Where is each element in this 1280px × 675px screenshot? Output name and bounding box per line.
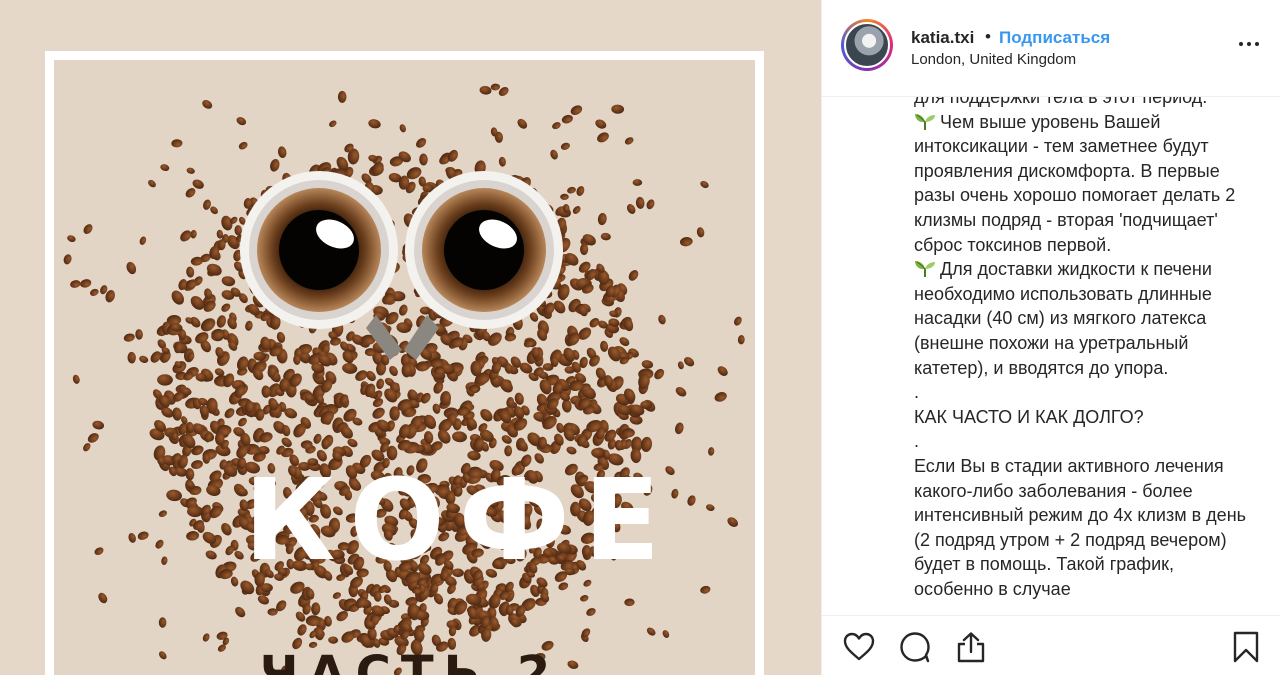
follow-button[interactable]: Подписаться (999, 28, 1110, 48)
avatar-story-ring[interactable] (841, 19, 893, 71)
caption-line: . (914, 382, 920, 403)
image-frame: КОФЕ (45, 51, 764, 675)
separator-dot: • (985, 27, 991, 46)
username-link[interactable]: katia.txi (911, 28, 974, 48)
share-icon[interactable] (954, 630, 988, 664)
caption-line-text: Для доставки жидкости к печени необходим… (914, 259, 1212, 378)
caption-heading: КАК ЧАСТО И КАК ДОЛГО? (914, 406, 1144, 427)
post-sidebar: katia.txi • Подписаться London, United K… (821, 0, 1280, 675)
seedling-icon (915, 261, 935, 278)
left-cup-eye (240, 171, 402, 360)
image-title-text: КОФЕ (243, 456, 675, 586)
more-options-icon[interactable] (1239, 34, 1263, 54)
caption-line: Для доставки жидкости к печени необходим… (914, 257, 1254, 380)
post-image[interactable]: КОФЕ ЧАСТЬ 2 (0, 0, 821, 675)
comment-icon[interactable] (898, 630, 932, 664)
instagram-post-view: КОФЕ ЧАСТЬ 2 katia.txi • Подписаться Lon… (0, 0, 1280, 675)
location-link[interactable]: London, United Kingdom (911, 51, 1076, 68)
caption-area[interactable]: для поддержки тела в этот период. Чем вы… (822, 97, 1280, 615)
image-subtitle-text: ЧАСТЬ 2 (259, 646, 561, 675)
caption-line-text: Чем выше уровень Вашей интоксикации - те… (914, 111, 1236, 255)
caption-line: Чем выше уровень Вашей интоксикации - те… (914, 110, 1254, 258)
caption-line: Если Вы в стадии активного лечения каког… (914, 455, 1247, 599)
action-bar (822, 615, 1280, 675)
seedling-icon (915, 113, 935, 130)
caption-line: . (914, 431, 920, 452)
post-header: katia.txi • Подписаться London, United K… (822, 0, 1280, 97)
bookmark-icon[interactable] (1229, 630, 1263, 664)
caption-text: для поддержки тела в этот период. Чем вы… (914, 97, 1254, 601)
caption-line: для поддержки тела в этот период. (914, 97, 1208, 107)
avatar[interactable] (844, 22, 890, 68)
heart-icon[interactable] (842, 630, 876, 664)
coffee-beans (63, 83, 745, 675)
